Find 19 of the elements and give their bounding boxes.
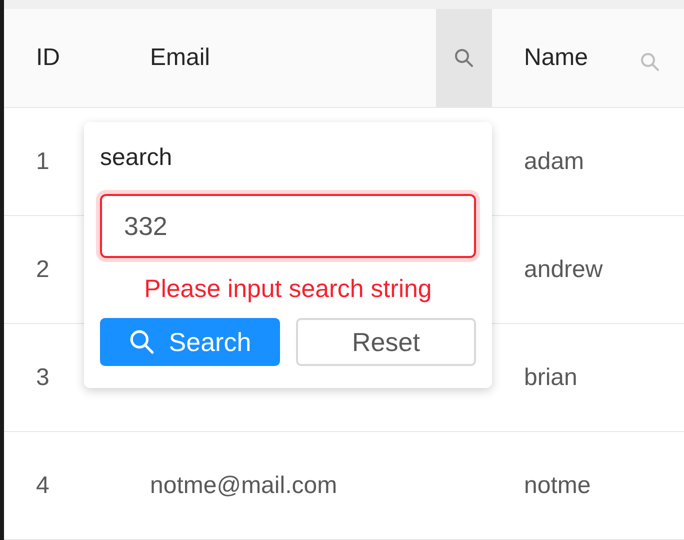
table-cell: 1 — [36, 148, 50, 174]
search-icon — [128, 329, 155, 355]
column-header: Email — [150, 43, 210, 74]
search-icon[interactable] — [640, 52, 660, 72]
column-header: Name — [524, 43, 588, 74]
table-cell: 3 — [36, 364, 50, 390]
error-message: Please input search string — [143, 274, 433, 304]
reset-button[interactable]: Reset — [296, 318, 476, 366]
table-cell: adam — [524, 148, 584, 174]
filter-button[interactable] — [436, 9, 492, 107]
table-cell: 4 — [36, 472, 50, 498]
table-cell: notme@mail.com — [150, 472, 338, 498]
column-header: ID — [36, 43, 60, 74]
table-cell: notme — [524, 472, 591, 498]
table-cell: brian — [524, 364, 578, 390]
table-cell: 2 — [36, 256, 50, 282]
field-label: search — [100, 144, 174, 172]
table-cell: andrew — [524, 256, 603, 282]
search-icon — [454, 48, 474, 68]
